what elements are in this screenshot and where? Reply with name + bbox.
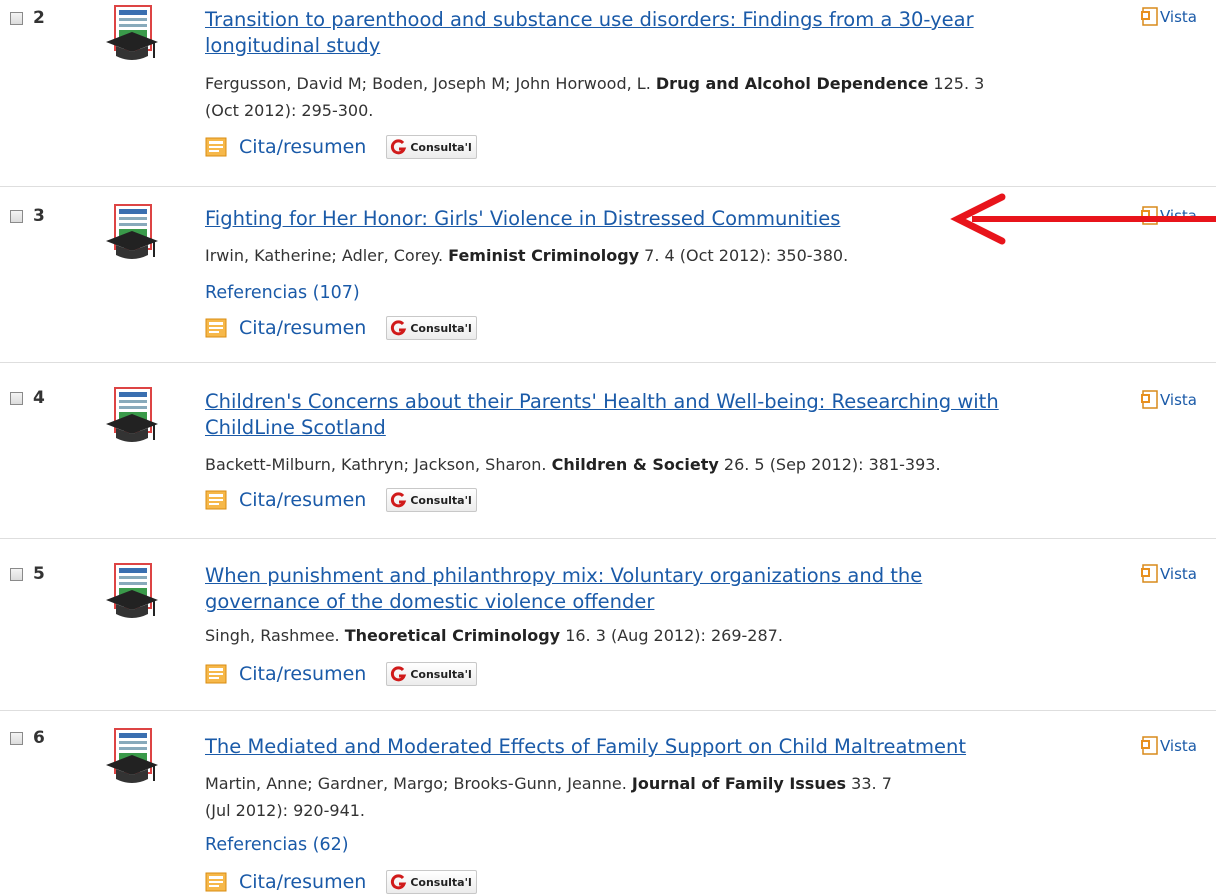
citation-abstract-row: Cita/resumen Consulta'l: [205, 134, 477, 160]
citation-abstract-row: Cita/resumen Consulta'l: [205, 661, 477, 687]
journal-name: Journal of Family Issues: [631, 774, 847, 793]
result-divider: [0, 186, 1216, 187]
result-item: 3 Fighting for Her Honor: Girls' Violenc…: [0, 196, 1216, 356]
abstract-document-icon: [205, 137, 227, 157]
scholarly-journal-icon: [106, 387, 158, 442]
pdf-document-icon: [1141, 7, 1158, 26]
consulta-button[interactable]: Consulta'l: [386, 316, 477, 340]
pdf-document-icon: [1141, 390, 1158, 409]
citation-abstract-link[interactable]: Cita/resumen: [239, 663, 366, 685]
references-link[interactable]: Referencias (107): [205, 282, 360, 304]
consulta-button[interactable]: Consulta'l: [386, 135, 477, 159]
result-title-link[interactable]: Transition to parenthood and substance u…: [205, 7, 1110, 59]
result-item: 2 Transition to parenthood and substance…: [0, 0, 1216, 180]
full-text-view-link[interactable]: Vista: [1140, 736, 1197, 756]
select-checkbox[interactable]: [10, 210, 23, 223]
select-checkbox[interactable]: [10, 732, 23, 745]
citation-abstract-row: Cita/resumen Consulta'l: [205, 869, 477, 895]
consulta-button[interactable]: Consulta'l: [386, 488, 477, 512]
pdf-document-icon: [1141, 206, 1158, 225]
citation-text: Martin, Anne; Gardner, Margo; Brooks-Gun…: [205, 774, 892, 820]
citation-abstract-link[interactable]: Cita/resumen: [239, 317, 366, 339]
select-checkbox[interactable]: [10, 392, 23, 405]
consulta-button[interactable]: Consulta'l: [386, 662, 477, 686]
journal-name: Children & Society: [551, 455, 719, 474]
journal-name: Feminist Criminology: [448, 246, 640, 265]
result-title-link[interactable]: Fighting for Her Honor: Girls' Violence …: [205, 206, 1110, 232]
journal-name: Drug and Alcohol Dependence: [655, 74, 929, 93]
consulta-logo-icon: [391, 492, 407, 508]
scholarly-journal-icon: [106, 563, 158, 618]
result-title-link[interactable]: When punishment and philanthropy mix: Vo…: [205, 563, 1110, 615]
abstract-document-icon: [205, 318, 227, 338]
select-checkbox[interactable]: [10, 12, 23, 25]
consulta-button[interactable]: Consulta'l: [386, 870, 477, 894]
citation-text: Irwin, Katherine; Adler, Corey. Feminist…: [205, 246, 849, 265]
result-number: 5: [33, 564, 45, 584]
pdf-document-icon: [1141, 564, 1158, 583]
scholarly-journal-icon: [106, 204, 158, 259]
result-item: 5 When punishment and philanthropy mix: …: [0, 548, 1216, 698]
result-divider: [0, 710, 1216, 711]
references-link[interactable]: Referencias (62): [205, 834, 349, 856]
citation-abstract-link[interactable]: Cita/resumen: [239, 871, 366, 893]
abstract-document-icon: [205, 872, 227, 892]
citation-abstract-row: Cita/resumen Consulta'l: [205, 487, 477, 513]
citation-text: Backett-Milburn, Kathryn; Jackson, Sharo…: [205, 455, 941, 474]
select-checkbox[interactable]: [10, 568, 23, 581]
pdf-document-icon: [1141, 736, 1158, 755]
abstract-document-icon: [205, 664, 227, 684]
journal-name: Theoretical Criminology: [344, 626, 561, 645]
result-title-link[interactable]: Children's Concerns about their Parents'…: [205, 389, 1110, 441]
citation-text: Singh, Rashmee. Theoretical Criminology …: [205, 626, 783, 645]
consulta-logo-icon: [391, 874, 407, 890]
result-number: 3: [33, 206, 45, 226]
result-divider: [0, 362, 1216, 363]
full-text-view-link[interactable]: Vista: [1140, 390, 1197, 410]
full-text-view-link[interactable]: Vista: [1140, 564, 1197, 584]
citation-abstract-link[interactable]: Cita/resumen: [239, 136, 366, 158]
result-title-link[interactable]: The Mediated and Moderated Effects of Fa…: [205, 734, 1110, 760]
consulta-logo-icon: [391, 320, 407, 336]
full-text-view-link[interactable]: Vista: [1140, 7, 1197, 27]
result-number: 4: [33, 388, 45, 408]
result-number: 6: [33, 728, 45, 748]
scholarly-journal-icon: [106, 728, 158, 783]
citation-text: Fergusson, David M; Boden, Joseph M; Joh…: [205, 74, 985, 120]
result-number: 2: [33, 8, 45, 28]
consulta-logo-icon: [391, 139, 407, 155]
citation-abstract-row: Cita/resumen Consulta'l: [205, 315, 477, 341]
result-item: 4 Children's Concerns about their Parent…: [0, 372, 1216, 522]
result-item: 6 The Mediated and Moderated Effects of …: [0, 720, 1216, 896]
result-divider: [0, 538, 1216, 539]
consulta-logo-icon: [391, 666, 407, 682]
scholarly-journal-icon: [106, 5, 158, 60]
full-text-view-link[interactable]: Vista: [1140, 206, 1197, 226]
citation-abstract-link[interactable]: Cita/resumen: [239, 489, 366, 511]
abstract-document-icon: [205, 490, 227, 510]
